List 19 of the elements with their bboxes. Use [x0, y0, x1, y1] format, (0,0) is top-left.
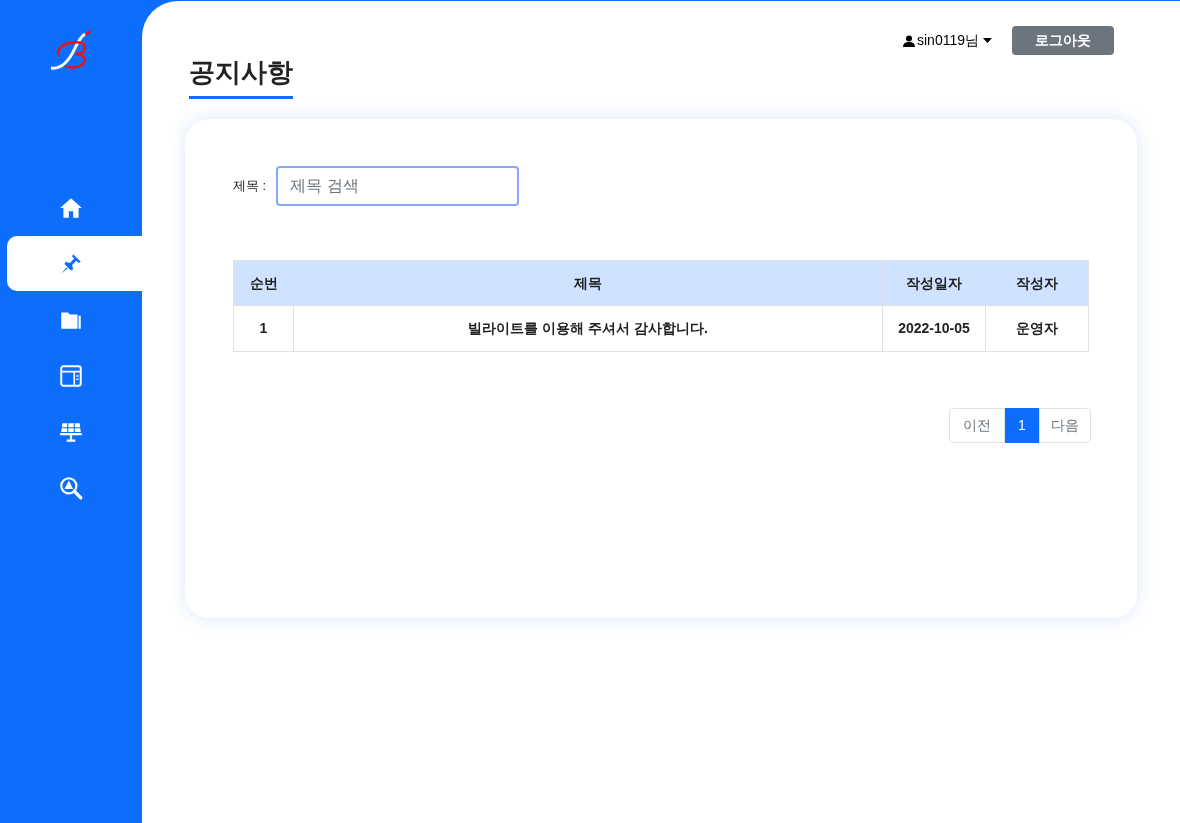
next-page-button[interactable]: 다음 — [1039, 408, 1091, 443]
logout-button[interactable]: 로그아웃 — [1012, 26, 1114, 55]
search-label: 제목 : — [233, 177, 267, 196]
column-header: 작성자 — [985, 260, 1089, 306]
table-cell: 1 — [233, 305, 294, 352]
table-cell: 운영자 — [985, 305, 1089, 352]
search-field[interactable]: 제목 검색 — [276, 166, 520, 206]
window-icon — [58, 362, 84, 389]
user-menu[interactable]: sin0119님 — [903, 30, 992, 51]
column-header: 순번 — [233, 260, 294, 306]
page-title: 공지사항 — [189, 53, 293, 99]
table-cell: 2022-10-05 — [882, 305, 986, 352]
user-icon — [903, 34, 915, 47]
caret-icon — [983, 38, 992, 43]
column-header: 제목 — [293, 260, 883, 306]
page-button[interactable]: 1 — [1005, 408, 1039, 443]
alert-search-icon — [58, 474, 84, 501]
table-cell: 빌라이트를 이용해 주셔서 감사합니다. — [293, 305, 883, 352]
column-header: 작성일자 — [882, 260, 986, 306]
